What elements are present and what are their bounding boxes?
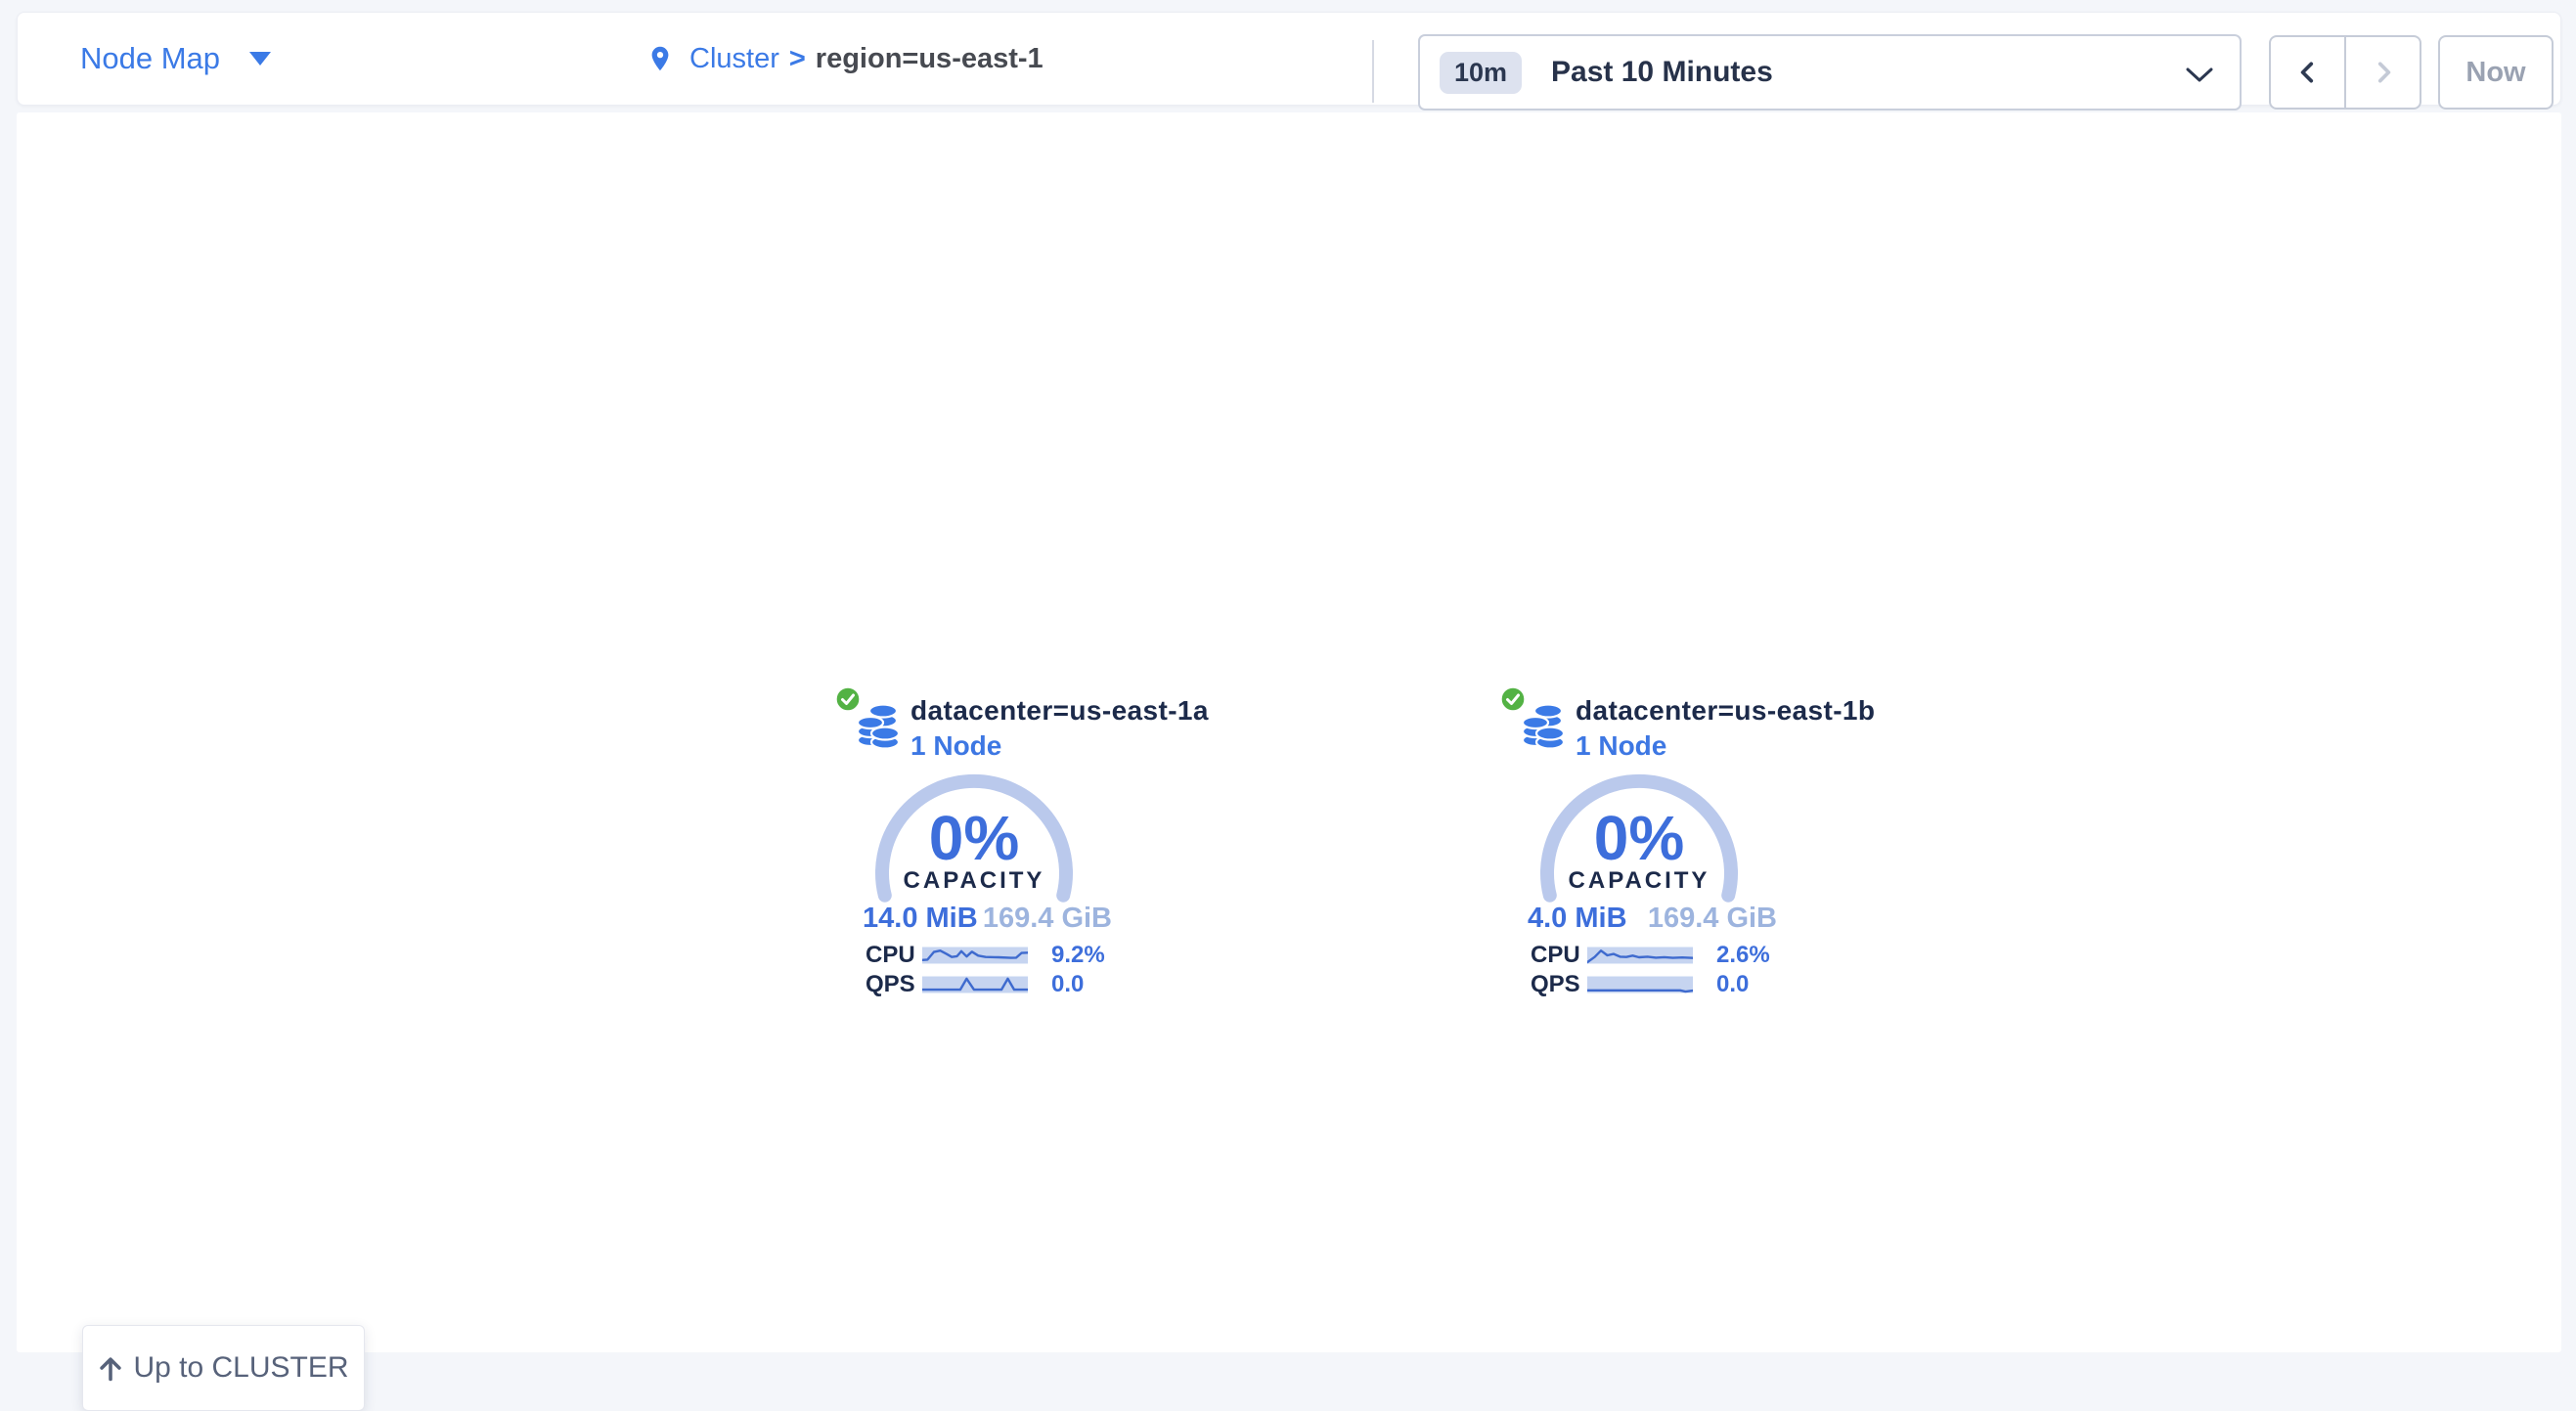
qps-label: QPS (1531, 971, 1587, 998)
chevron-right-icon (2371, 60, 2396, 85)
capacity-percent: 0% (1541, 807, 1737, 869)
breadcrumb-cluster-link[interactable]: Cluster (689, 43, 779, 75)
view-selector-dropdown[interactable]: Node Map (80, 13, 271, 105)
capacity-label: CAPACITY (1541, 867, 1737, 895)
locality-card-us-east-1a[interactable]: datacenter=us-east-1a 1 Node 0% CAPACITY… (826, 680, 1149, 1002)
location-pin-icon (646, 42, 674, 75)
topbar: Node Map Cluster > region=us-east-1 10m … (17, 12, 2561, 106)
nodes-stack-icon (854, 701, 903, 750)
node-map-canvas: datacenter=us-east-1a 1 Node 0% CAPACITY… (17, 112, 2561, 1352)
cpu-metric-row: CPU 9.2% (866, 946, 1139, 965)
qps-value: 0.0 (1051, 971, 1084, 998)
cpu-label: CPU (1531, 942, 1587, 969)
breadcrumb: Cluster > region=us-east-1 (646, 13, 1044, 105)
locality-title: datacenter=us-east-1b (1576, 693, 1875, 728)
qps-sparkline (922, 976, 1028, 993)
locality-card-us-east-1b[interactable]: datacenter=us-east-1b 1 Node 0% CAPACITY… (1491, 680, 1814, 1002)
qps-sparkline (1587, 976, 1693, 993)
capacity-used: 14.0 MiB (863, 903, 978, 935)
qps-label: QPS (866, 971, 922, 998)
locality-title: datacenter=us-east-1a (910, 693, 1209, 728)
capacity-total: 169.4 GiB (983, 903, 1112, 935)
cpu-label: CPU (866, 942, 922, 969)
time-nav-group (2269, 35, 2421, 110)
arrow-up-icon (98, 1354, 123, 1382)
cpu-sparkline (1587, 947, 1693, 964)
breadcrumb-current: region=us-east-1 (816, 43, 1044, 75)
capacity-label: CAPACITY (876, 867, 1072, 895)
toolbar-divider (1372, 40, 1374, 103)
capacity-used: 4.0 MiB (1528, 903, 1627, 935)
capacity-percent: 0% (876, 807, 1072, 869)
view-selector-label: Node Map (80, 41, 220, 76)
qps-metric-row: QPS 0.0 (1531, 975, 1804, 994)
cpu-metric-row: CPU 2.6% (1531, 946, 1804, 965)
time-next-button[interactable] (2344, 37, 2420, 108)
locality-node-count: 1 Node (910, 728, 1001, 764)
cpu-value: 9.2% (1051, 942, 1105, 969)
time-prev-button[interactable] (2271, 37, 2344, 108)
caret-down-icon (249, 52, 271, 66)
nodes-stack-icon (1519, 701, 1568, 750)
cpu-sparkline (922, 947, 1028, 964)
cpu-value: 2.6% (1716, 942, 1770, 969)
chevron-down-icon (2185, 67, 2214, 83)
up-to-cluster-button[interactable]: Up to CLUSTER (82, 1325, 365, 1411)
time-range-label: Past 10 Minutes (1551, 56, 1773, 89)
qps-metric-row: QPS 0.0 (866, 975, 1139, 994)
capacity-usage-row: 4.0 MiB 169.4 GiB (1528, 903, 1777, 936)
qps-value: 0.0 (1716, 971, 1749, 998)
capacity-total: 169.4 GiB (1648, 903, 1777, 935)
chevron-left-icon (2295, 60, 2321, 85)
breadcrumb-separator: > (789, 43, 806, 75)
time-range-badge: 10m (1440, 52, 1522, 94)
up-to-cluster-label: Up to CLUSTER (133, 1351, 348, 1385)
now-button[interactable]: Now (2438, 35, 2554, 110)
locality-node-count: 1 Node (1576, 728, 1666, 764)
time-range-selector[interactable]: 10m Past 10 Minutes (1418, 34, 2242, 110)
capacity-usage-row: 14.0 MiB 169.4 GiB (863, 903, 1112, 936)
